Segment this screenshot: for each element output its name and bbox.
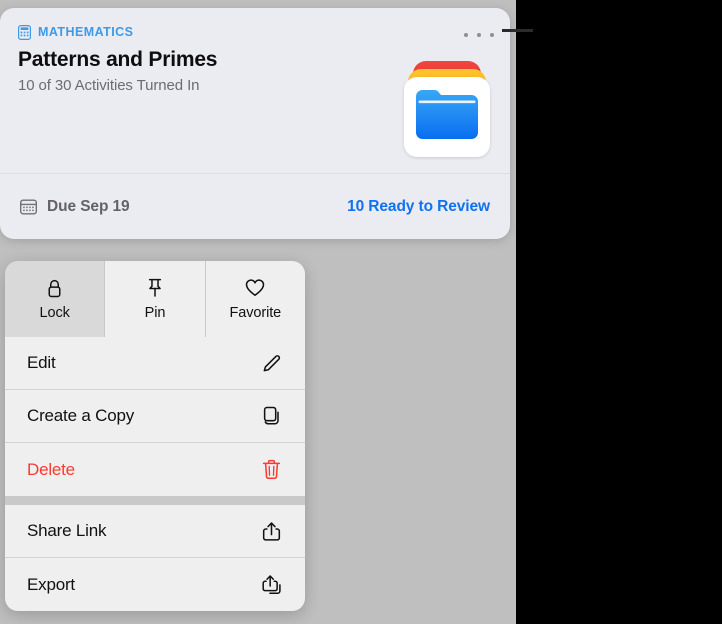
menu-item-share-link[interactable]: Share Link: [5, 505, 305, 558]
assignment-card-footer: Due Sep 19 10 Ready to Review: [0, 174, 510, 239]
subject-row: MATHEMATICS: [18, 24, 492, 40]
ready-to-review-link[interactable]: 10 Ready to Review: [347, 198, 490, 216]
menu-item-export-label: Export: [27, 575, 75, 595]
context-menu-group-1: Edit Create a Copy Del: [5, 337, 305, 496]
subject-label: MATHEMATICS: [38, 25, 133, 39]
menu-item-export[interactable]: Export: [5, 558, 305, 611]
menu-item-share-link-label: Share Link: [27, 521, 106, 541]
context-menu-group-separator: [5, 496, 305, 505]
menu-item-edit[interactable]: Edit: [5, 337, 305, 390]
due-date-group: Due Sep 19: [20, 198, 130, 216]
context-menu: Lock Pin Favorite: [5, 261, 305, 611]
export-icon: [259, 573, 283, 597]
menu-segment-lock-label: Lock: [40, 305, 70, 321]
menu-item-delete-label: Delete: [27, 460, 75, 480]
lock-icon: [47, 277, 62, 299]
menu-item-edit-label: Edit: [27, 353, 56, 373]
context-menu-segmented-row: Lock Pin Favorite: [5, 261, 305, 337]
menu-segment-pin[interactable]: Pin: [105, 261, 205, 337]
context-menu-group-2: Share Link Export: [5, 505, 305, 611]
folder-icon: [416, 90, 478, 139]
duplicate-icon: [259, 404, 283, 428]
pin-icon: [147, 277, 163, 299]
heart-icon: [245, 277, 265, 299]
menu-item-create-a-copy-label: Create a Copy: [27, 406, 134, 426]
calendar-icon: [20, 199, 37, 215]
menu-item-create-a-copy[interactable]: Create a Copy: [5, 390, 305, 443]
menu-item-delete[interactable]: Delete: [5, 443, 305, 496]
menu-segment-favorite[interactable]: Favorite: [206, 261, 305, 337]
screenshot-root: MATHEMATICS Patterns and Primes 10 of 30…: [0, 0, 722, 624]
callout-leader-line: [502, 29, 533, 32]
due-date-label: Due Sep 19: [47, 198, 130, 216]
ellipsis-icon[interactable]: [464, 28, 494, 42]
assignment-card-body: MATHEMATICS Patterns and Primes 10 of 30…: [0, 8, 510, 173]
share-icon: [259, 519, 283, 543]
menu-segment-pin-label: Pin: [145, 305, 166, 321]
menu-segment-lock[interactable]: Lock: [5, 261, 105, 337]
calculator-icon: [18, 25, 31, 40]
menu-segment-favorite-label: Favorite: [230, 305, 282, 321]
trash-icon: [259, 458, 283, 482]
pencil-icon: [259, 351, 283, 375]
stacked-documents-folder-icon: [404, 61, 490, 157]
assignment-card[interactable]: MATHEMATICS Patterns and Primes 10 of 30…: [0, 8, 510, 239]
